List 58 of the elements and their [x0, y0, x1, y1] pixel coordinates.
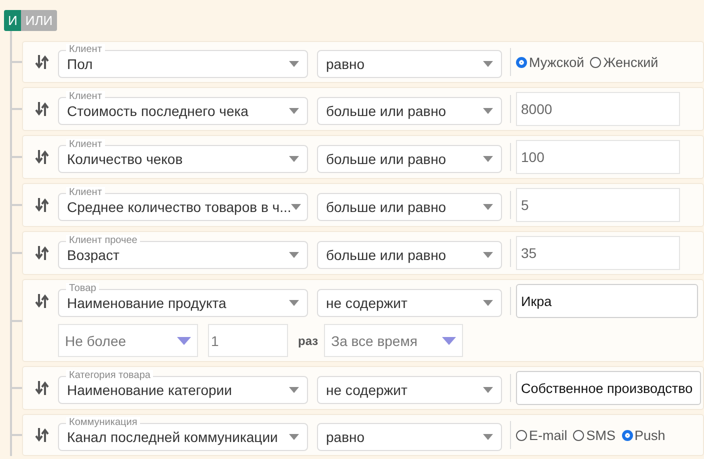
- caret-icon: [483, 434, 493, 440]
- caret-icon: [289, 61, 299, 67]
- sort-icon[interactable]: [35, 380, 49, 396]
- field-group-label: Клиент прочее: [66, 235, 140, 246]
- radio-option[interactable]: Мужской: [516, 54, 584, 70]
- caret-icon: [289, 434, 299, 440]
- field-group-label: Клиент: [66, 187, 105, 198]
- caret-icon: [483, 156, 493, 162]
- operator-select[interactable]: не содержит: [317, 289, 502, 317]
- caret-icon: [289, 252, 299, 258]
- operator-select[interactable]: больше или равно: [317, 193, 502, 221]
- operator-select[interactable]: равно: [317, 423, 502, 451]
- radio-option[interactable]: Женский: [590, 54, 658, 70]
- limit-select[interactable]: Не более: [58, 324, 198, 357]
- sort-icon[interactable]: [35, 427, 49, 443]
- value-input[interactable]: Икра: [516, 284, 698, 318]
- value-input[interactable]: Собственное производство: [516, 371, 701, 405]
- caret-icon: [289, 387, 299, 393]
- operator-select[interactable]: равно: [317, 50, 502, 78]
- operator-select[interactable]: не содержит: [317, 376, 502, 404]
- caret-icon: [291, 204, 302, 210]
- caret-icon: [289, 156, 299, 162]
- caret-icon: [483, 61, 493, 67]
- caret-icon: [483, 108, 493, 114]
- count-input[interactable]: 1: [208, 324, 288, 357]
- value-input[interactable]: 5: [516, 188, 680, 222]
- field-group-label: Коммуникация: [66, 417, 140, 428]
- field-group-label: Клиент: [66, 91, 105, 102]
- operator-select[interactable]: больше или равно: [317, 145, 502, 173]
- sort-icon[interactable]: [35, 293, 49, 309]
- radio-option[interactable]: E-mail: [516, 428, 568, 442]
- caret-icon: [483, 204, 493, 210]
- logic-toggle-tab[interactable]: И: [4, 10, 22, 31]
- sort-icon[interactable]: [35, 245, 49, 261]
- value-input[interactable]: 8000: [516, 92, 680, 126]
- sort-icon[interactable]: [35, 101, 49, 117]
- sort-icon[interactable]: [35, 54, 49, 70]
- operator-select[interactable]: больше или равно: [317, 241, 502, 269]
- caret-icon: [289, 300, 299, 306]
- caret-icon: [442, 336, 456, 344]
- value-input[interactable]: 100: [516, 140, 680, 174]
- caret-icon: [289, 108, 299, 114]
- field-group-label: Клиент: [66, 44, 105, 55]
- field-group-label: Клиент: [66, 139, 105, 150]
- field-group-label: Категория товара: [66, 370, 154, 381]
- sort-icon[interactable]: [35, 197, 49, 213]
- caret-icon: [483, 300, 493, 306]
- field-group-label: Товар: [66, 283, 100, 294]
- caret-icon: [483, 252, 493, 258]
- radio-option[interactable]: SMS: [573, 428, 616, 442]
- sort-icon[interactable]: [35, 149, 49, 165]
- unit-label: раз: [298, 334, 318, 348]
- radio-option[interactable]: Push: [622, 428, 666, 442]
- operator-select[interactable]: больше или равно: [317, 97, 502, 125]
- value-input[interactable]: 35: [516, 236, 680, 270]
- caret-icon: [483, 387, 493, 393]
- caret-icon: [177, 336, 191, 344]
- period-select[interactable]: За все время: [324, 324, 464, 357]
